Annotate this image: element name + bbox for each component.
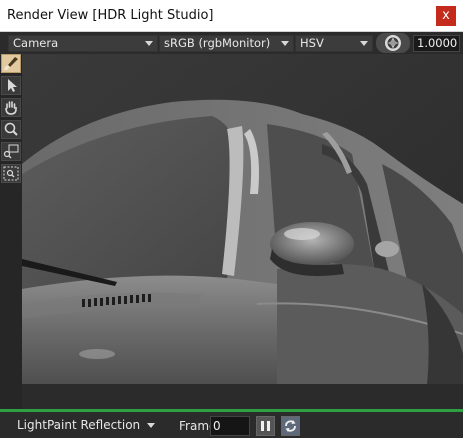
view-select[interactable]: Camera xyxy=(8,35,158,52)
zoom-icon xyxy=(4,122,18,136)
pause-button[interactable] xyxy=(256,416,275,436)
pan-tool[interactable] xyxy=(1,98,21,117)
close-button[interactable]: x xyxy=(436,6,456,26)
select-tool[interactable] xyxy=(1,76,21,95)
title-bar: Render View [HDR Light Studio] x xyxy=(0,0,463,32)
select-arrow-icon xyxy=(8,79,17,92)
colorspace-select[interactable]: sRGB (rgbMonitor) xyxy=(159,35,294,52)
zoom-region-icon xyxy=(3,144,19,159)
zoom-fit-tool[interactable] xyxy=(1,164,21,183)
exposure-input[interactable]: 1.0000 xyxy=(413,35,460,52)
render-viewport[interactable] xyxy=(22,54,463,384)
chevron-down-icon xyxy=(147,423,155,428)
loop-button[interactable] xyxy=(281,416,300,436)
window-title: Render View [HDR Light Studio] xyxy=(7,8,214,23)
pan-hand-icon xyxy=(5,101,17,115)
color-mode-select[interactable]: HSV xyxy=(295,35,373,52)
viewport-margin xyxy=(22,384,463,409)
zoom-region-tool[interactable] xyxy=(1,142,21,161)
zoom-tool[interactable] xyxy=(1,120,21,139)
lightpaint-mode-select[interactable]: LightPaint Reflection xyxy=(11,416,159,435)
color-mode-select-value: HSV xyxy=(300,36,324,50)
paint-brush-tool[interactable] xyxy=(1,54,21,73)
loop-icon xyxy=(285,420,296,432)
pause-icon xyxy=(261,421,270,431)
lightpaint-mode-value: LightPaint Reflection xyxy=(17,418,141,432)
chevron-down-icon xyxy=(281,41,289,46)
frame-input[interactable]: 0 xyxy=(210,416,250,436)
colorspace-select-value: sRGB (rgbMonitor) xyxy=(164,36,271,50)
car-render-image xyxy=(22,54,463,384)
tool-palette xyxy=(0,54,22,409)
view-select-value: Camera xyxy=(13,36,59,50)
chevron-down-icon xyxy=(145,41,153,46)
aperture-icon[interactable] xyxy=(376,33,410,53)
paint-brush-icon xyxy=(4,57,18,70)
zoom-fit-icon xyxy=(3,166,19,181)
chevron-down-icon xyxy=(360,41,368,46)
